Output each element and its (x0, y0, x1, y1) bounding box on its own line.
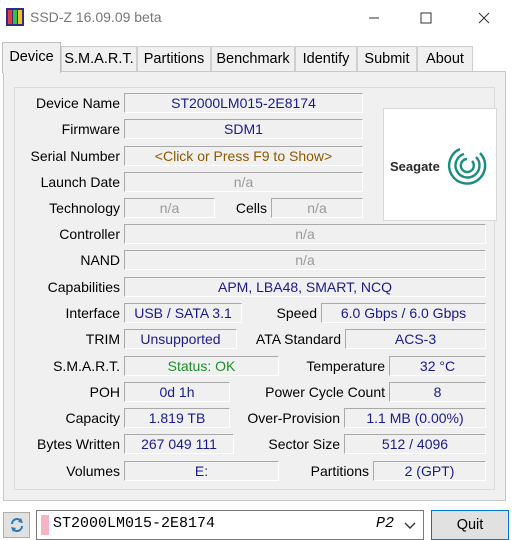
refresh-icon (10, 518, 23, 532)
power-cycle-count-value: 8 (389, 382, 486, 402)
launch-date-value: n/a (124, 172, 363, 192)
interface-value: USB / SATA 3.1 (124, 303, 242, 323)
firmware-value: SDM1 (124, 119, 363, 139)
tab-benchmark[interactable]: Benchmark (211, 46, 295, 72)
cells-label: Cells (235, 200, 267, 216)
capabilities-label: Capabilities (47, 279, 120, 295)
poh-label: POH (89, 384, 120, 400)
sector-size-value: 512 / 4096 (344, 434, 486, 454)
launch-date-label: Launch Date (40, 174, 120, 190)
power-cycle-count-label: Power Cycle Count (265, 384, 385, 400)
drive-port: P2 (376, 515, 395, 532)
cells-value: n/a (271, 198, 363, 218)
trim-value: Unsupported (124, 329, 237, 349)
window-title: SSD-Z 16.09.09 beta (30, 9, 162, 25)
controller-label: Controller (59, 226, 120, 242)
temperature-label: Temperature (306, 358, 385, 374)
bytes-written-label: Bytes Written (37, 436, 120, 452)
device-name-value: ST2000LM015-2E8174 (124, 93, 363, 113)
chevron-down-icon (404, 522, 416, 529)
capacity-label: Capacity (65, 410, 120, 426)
over-provision-value: 1.1 MB (0.00%) (344, 408, 486, 428)
tab-device[interactable]: Device (2, 42, 61, 73)
maximize-icon (420, 12, 432, 24)
speed-label: Speed (276, 305, 317, 321)
device-name-label: Device Name (35, 95, 120, 111)
manufacturer-logo: Seagate (383, 108, 497, 221)
device-info-group: Device Name ST2000LM015-2E8174 Firmware … (14, 87, 497, 490)
speed-value: 6.0 Gbps / 6.0 Gbps (321, 303, 486, 323)
nand-value: n/a (124, 250, 486, 270)
maximize-button[interactable] (403, 0, 449, 36)
ata-standard-label: ATA Standard (255, 331, 341, 347)
quit-button[interactable]: Quit (431, 510, 509, 540)
seagate-logo-icon: Seagate (390, 147, 487, 185)
sector-size-label: Sector Size (268, 436, 340, 452)
serial-number-label: Serial Number (30, 148, 120, 164)
tab-strip: Device S.M.A.R.T. Partitions Benchmark I… (0, 42, 512, 73)
nand-label: NAND (80, 252, 120, 268)
close-button[interactable] (461, 0, 507, 36)
smart-label: S.M.A.R.T. (53, 358, 120, 374)
technology-label: Technology (49, 200, 120, 216)
refresh-button[interactable] (3, 512, 30, 538)
partitions-value: 2 (GPT) (373, 461, 486, 481)
tab-smart[interactable]: S.M.A.R.T. (61, 46, 137, 72)
capacity-value: 1.819 TB (124, 408, 230, 428)
interface-label: Interface (65, 305, 120, 321)
close-icon (478, 12, 490, 24)
controller-value: n/a (124, 224, 486, 244)
firmware-label: Firmware (61, 121, 120, 137)
trim-label: TRIM (85, 331, 120, 347)
partitions-label: Partitions (310, 463, 369, 479)
title-bar: SSD-Z 16.09.09 beta (0, 0, 512, 36)
app-icon (6, 8, 24, 26)
tab-about[interactable]: About (417, 46, 473, 72)
over-provision-label: Over-Provision (247, 410, 340, 426)
drive-color-swatch (41, 515, 49, 535)
capabilities-value: APM, LBA48, SMART, NCQ (124, 277, 486, 297)
drive-select[interactable]: ST2000LM015-2E8174 P2 (36, 510, 424, 540)
tab-submit[interactable]: Submit (357, 46, 417, 72)
volumes-value: E: (124, 461, 279, 481)
poh-value: 0d 1h (124, 382, 230, 402)
volumes-label: Volumes (66, 463, 120, 479)
technology-value: n/a (124, 198, 215, 218)
serial-number-value[interactable]: <Click or Press F9 to Show> (124, 146, 363, 166)
smart-status-value: Status: OK (124, 356, 279, 376)
ata-standard-value: ACS-3 (345, 329, 486, 349)
drive-select-value: ST2000LM015-2E8174 (53, 515, 216, 532)
tab-identify[interactable]: Identify (295, 46, 357, 72)
svg-text:Seagate: Seagate (390, 159, 440, 174)
minimize-button[interactable] (351, 0, 397, 36)
minimize-icon (369, 17, 379, 19)
device-panel: Device Name ST2000LM015-2E8174 Firmware … (3, 71, 506, 501)
tab-partitions[interactable]: Partitions (137, 46, 211, 72)
temperature-value: 32 °C (389, 356, 486, 376)
bytes-written-value: 267 049 111 (124, 434, 234, 454)
